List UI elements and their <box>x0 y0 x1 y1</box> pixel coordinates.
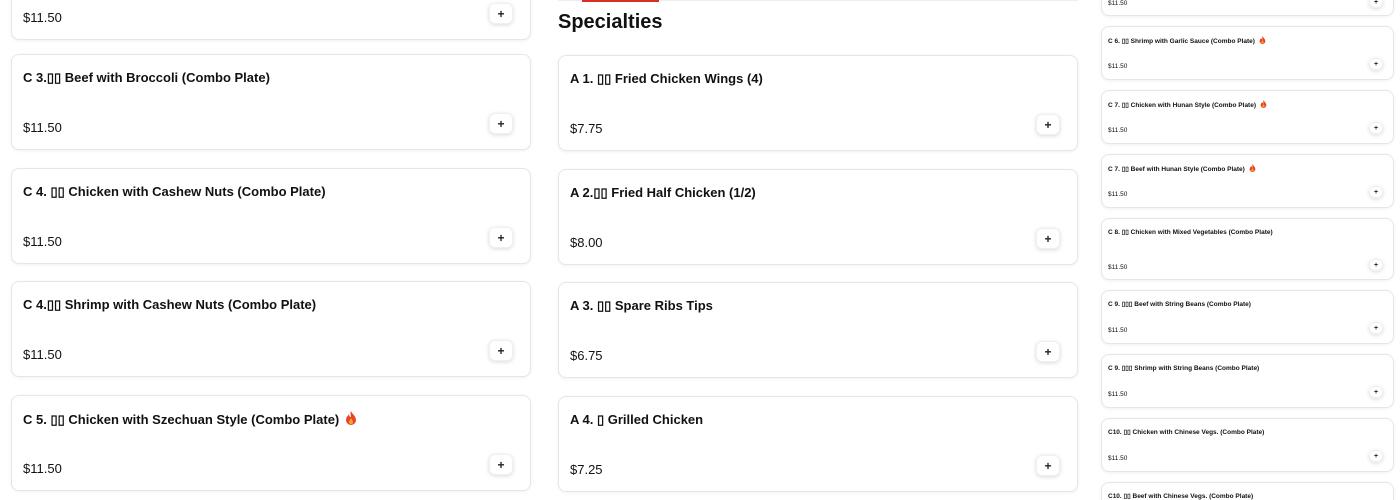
add-to-cart-button[interactable]: + <box>1369 122 1383 134</box>
menu-item-card[interactable]: A 2.▯▯ Fried Half Chicken (1/2) $8.00 + <box>558 169 1078 265</box>
menu-item-card[interactable]: C 9. ▯▯▯ Shrimp with String Beans (Combo… <box>1101 354 1394 408</box>
add-to-cart-button[interactable]: + <box>489 3 513 24</box>
plus-icon: + <box>1373 388 1379 396</box>
item-name: C 4. ▯▯ Chicken with Cashew Nuts (Combo … <box>23 184 326 199</box>
item-price: $7.25 <box>570 462 603 477</box>
plus-icon: + <box>1044 344 1052 359</box>
item-name: C 9. ▯▯▯ Shrimp with String Beans (Combo… <box>1108 365 1260 372</box>
item-price: $11.50 <box>23 234 62 249</box>
add-to-cart-button[interactable]: + <box>1369 259 1383 271</box>
item-name: C 5. ▯▯ Chicken with Szechuan Style (Com… <box>23 411 357 428</box>
fire-icon <box>1259 36 1266 46</box>
add-to-cart-button[interactable]: + <box>1369 386 1383 398</box>
section-title: Specialties <box>558 11 663 33</box>
menu-item-card[interactable]: $11.50 + <box>1101 0 1394 16</box>
item-price: $11.50 <box>1108 191 1128 198</box>
item-name: C10. ▯▯ Chicken with Chinese Vegs. (Comb… <box>1108 429 1265 436</box>
item-price: $11.50 <box>1108 127 1128 134</box>
item-price: $11.50 <box>1108 391 1128 398</box>
plus-icon: + <box>497 6 505 21</box>
add-to-cart-button[interactable]: + <box>489 227 513 248</box>
menu-item-card[interactable]: C 9. ▯▯▯ Beef with String Beans (Combo P… <box>1101 290 1394 344</box>
menu-item-card[interactable]: C 4. ▯▯ Chicken with Cashew Nuts (Combo … <box>11 168 531 264</box>
plus-icon: + <box>497 343 505 358</box>
item-price: $8.00 <box>570 235 603 250</box>
add-to-cart-button[interactable]: + <box>489 113 513 134</box>
item-name: A 4. ▯ Grilled Chicken <box>570 412 704 427</box>
menu-item-card[interactable]: C 4.▯▯ Shrimp with Cashew Nuts (Combo Pl… <box>11 281 531 377</box>
add-to-cart-button[interactable]: + <box>1036 114 1060 135</box>
fire-icon <box>1249 164 1256 174</box>
plus-icon: + <box>497 230 505 245</box>
item-name: A 2.▯▯ Fried Half Chicken (1/2) <box>570 185 756 200</box>
plus-icon: + <box>497 116 505 131</box>
item-price: $6.75 <box>570 348 603 363</box>
menu-item-card[interactable]: C 7. ▯▯ Chicken with Hunan Style (Combo … <box>1101 90 1394 144</box>
add-to-cart-button[interactable]: + <box>1369 58 1383 70</box>
add-to-cart-button[interactable]: + <box>1036 228 1060 249</box>
item-name: C10. ▯▯ Beef with Chinese Vegs. (Combo P… <box>1108 493 1254 500</box>
plus-icon: + <box>1373 261 1379 269</box>
add-to-cart-button[interactable]: + <box>1369 450 1383 462</box>
add-to-cart-button[interactable]: + <box>1369 186 1383 198</box>
item-price: $11.50 <box>23 347 62 362</box>
add-to-cart-button[interactable]: + <box>1369 322 1383 334</box>
item-name: C 7. ▯▯ Beef with Hunan Style (Combo Pla… <box>1108 164 1256 174</box>
add-to-cart-button[interactable]: + <box>1369 0 1383 8</box>
item-name: C 4.▯▯ Shrimp with Cashew Nuts (Combo Pl… <box>23 297 317 312</box>
item-price: $7.75 <box>570 121 603 136</box>
item-price: $11.50 <box>1108 455 1128 462</box>
item-name: A 1. ▯▯ Fried Chicken Wings (4) <box>570 71 763 86</box>
add-to-cart-button[interactable]: + <box>1036 341 1060 362</box>
plus-icon: + <box>1044 231 1052 246</box>
menu-item-card[interactable]: C10. ▯▯ Chicken with Chinese Vegs. (Comb… <box>1101 418 1394 472</box>
item-price: $11.50 <box>1108 63 1128 70</box>
plus-icon: + <box>497 457 505 472</box>
menu-item-card[interactable]: C10. ▯▯ Beef with Chinese Vegs. (Combo P… <box>1101 482 1394 500</box>
menu-item-card[interactable]: A 4. ▯ Grilled Chicken $7.25 + <box>558 396 1078 492</box>
menu-item-card[interactable]: C 3.▯▯ Beef with Broccoli (Combo Plate) … <box>11 54 531 150</box>
menu-item-card[interactable]: C 7. ▯▯ Beef with Hunan Style (Combo Pla… <box>1101 154 1394 208</box>
plus-icon: + <box>1373 0 1379 6</box>
item-name: C 6. ▯▯ Shrimp with Garlic Sauce (Combo … <box>1108 36 1266 46</box>
add-to-cart-button[interactable]: + <box>1036 455 1060 476</box>
menu-item-card[interactable]: C 5. ▯▯ Chicken with Szechuan Style (Com… <box>11 395 531 491</box>
plus-icon: + <box>1044 458 1052 473</box>
item-name: C 7. ▯▯ Chicken with Hunan Style (Combo … <box>1108 100 1267 110</box>
item-price: $11.50 <box>1108 264 1128 271</box>
plus-icon: + <box>1373 452 1379 460</box>
item-price: $11.50 <box>23 120 62 135</box>
section-divider-accent <box>582 0 659 2</box>
plus-icon: + <box>1373 188 1379 196</box>
add-to-cart-button[interactable]: + <box>489 340 513 361</box>
menu-item-card[interactable]: $11.50 + <box>11 0 531 40</box>
menu-item-card[interactable]: C 6. ▯▯ Shrimp with Garlic Sauce (Combo … <box>1101 26 1394 80</box>
plus-icon: + <box>1373 324 1379 332</box>
menu-item-card[interactable]: A 3. ▯▯ Spare Ribs Tips $6.75 + <box>558 282 1078 378</box>
item-price: $11.50 <box>1108 0 1128 7</box>
item-price: $11.50 <box>23 461 62 476</box>
item-name: C 3.▯▯ Beef with Broccoli (Combo Plate) <box>23 70 270 85</box>
plus-icon: + <box>1373 60 1379 68</box>
item-name: C 9. ▯▯▯ Beef with String Beans (Combo P… <box>1108 301 1251 308</box>
plus-icon: + <box>1373 124 1379 132</box>
fire-icon <box>1260 100 1267 110</box>
item-price: $11.50 <box>1108 327 1128 334</box>
menu-item-card[interactable]: A 1. ▯▯ Fried Chicken Wings (4) $7.75 + <box>558 55 1078 151</box>
add-to-cart-button[interactable]: + <box>489 454 513 475</box>
plus-icon: + <box>1044 117 1052 132</box>
fire-icon <box>345 411 357 428</box>
item-price: $11.50 <box>23 10 62 25</box>
item-name: C 8. ▯▯ Chicken with Mixed Vegetables (C… <box>1108 229 1273 236</box>
menu-item-card[interactable]: C 8. ▯▯ Chicken with Mixed Vegetables (C… <box>1101 218 1394 280</box>
item-name: A 3. ▯▯ Spare Ribs Tips <box>570 298 713 313</box>
